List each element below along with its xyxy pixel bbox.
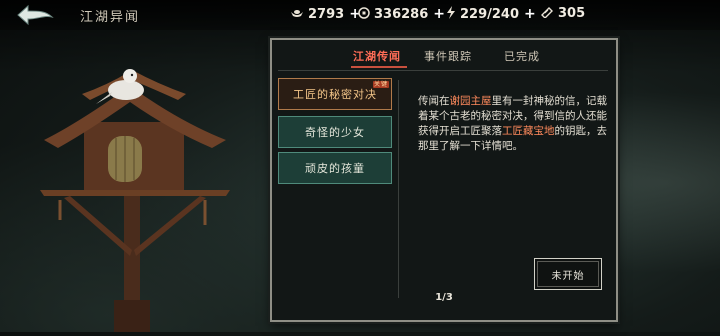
tab-rumors[interactable]: 江湖传闻 bbox=[353, 48, 401, 64]
location-highlight: 工匠藏宝地 bbox=[502, 125, 555, 137]
ingot-icon bbox=[290, 7, 304, 21]
quest-item-label: 奇怪的少女 bbox=[305, 126, 365, 139]
quest-panel: 江湖传闻 事件跟踪 已完成 工匠的秘密对决 关键 奇怪的少女 顽皮的孩童 传闻在… bbox=[270, 38, 618, 322]
tab-tracking[interactable]: 事件跟踪 bbox=[424, 48, 472, 64]
quest-item-craftsman-duel[interactable]: 工匠的秘密对决 关键 bbox=[278, 78, 392, 110]
coin-plus-button[interactable]: + bbox=[433, 6, 445, 22]
top-bar: 江湖异闻 2793 + 336286 + 229/240 + 305 bbox=[0, 0, 720, 30]
key-badge: 关键 bbox=[372, 81, 389, 88]
stamina-value: 229/240 bbox=[460, 6, 520, 22]
screen-title: 江湖异闻 bbox=[80, 10, 141, 25]
tabs-divider bbox=[278, 70, 608, 71]
coin-value: 336286 bbox=[374, 6, 429, 22]
coin-icon bbox=[358, 6, 370, 22]
active-tab-indicator bbox=[351, 66, 407, 68]
status-button[interactable]: 未开始 bbox=[534, 258, 602, 290]
ingot-resource: 2793 + bbox=[290, 6, 361, 22]
ingot-value: 2793 bbox=[308, 6, 345, 22]
quest-description: 传闻在谢园主屋里有一封神秘的信，记载着某个古老的秘密对决，得到信的人还能获得开启… bbox=[418, 94, 608, 154]
tab-bar: 江湖传闻 事件跟踪 已完成 bbox=[272, 48, 616, 70]
back-button[interactable] bbox=[14, 3, 56, 27]
location-highlight: 谢园主屋 bbox=[449, 95, 492, 107]
quest-item-naughty-kid[interactable]: 顽皮的孩童 bbox=[278, 152, 392, 184]
ticket-value: 305 bbox=[558, 6, 586, 21]
ticket-resource: 305 bbox=[540, 6, 585, 21]
back-arrow-icon bbox=[17, 4, 54, 26]
page-indicator: 1/3 bbox=[435, 292, 453, 303]
ticket-icon bbox=[540, 6, 554, 21]
column-divider bbox=[398, 80, 399, 298]
quest-item-strange-girl[interactable]: 奇怪的少女 bbox=[278, 116, 392, 148]
stamina-plus-button[interactable]: + bbox=[524, 6, 536, 22]
quest-item-label: 顽皮的孩童 bbox=[305, 162, 365, 175]
quest-item-label: 工匠的秘密对决 bbox=[293, 88, 377, 101]
coin-resource: 336286 + bbox=[358, 6, 445, 22]
lightning-icon bbox=[446, 6, 456, 22]
stamina-resource: 229/240 + bbox=[446, 6, 536, 22]
birdhouse-illustration bbox=[0, 30, 270, 336]
desc-text: 传闻在 bbox=[418, 95, 450, 107]
tab-completed[interactable]: 已完成 bbox=[504, 48, 540, 64]
